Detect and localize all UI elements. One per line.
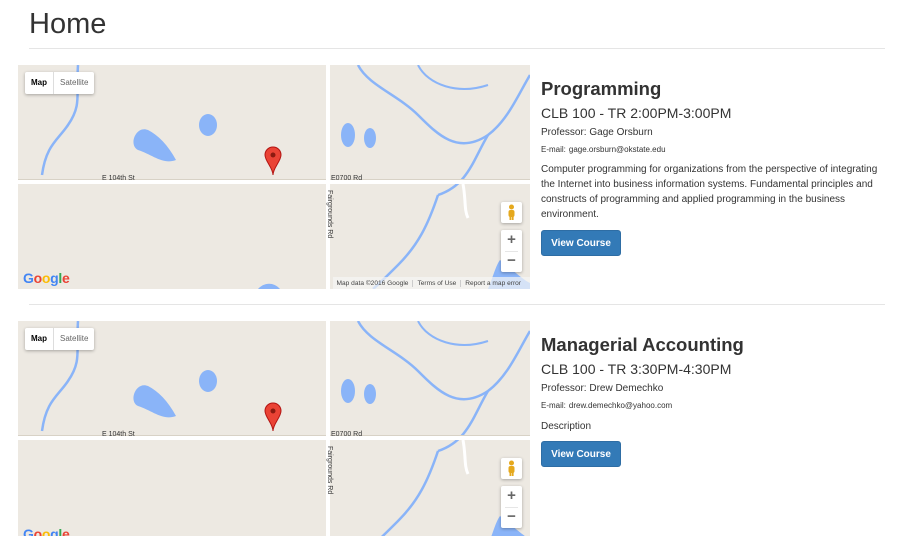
report-map-error-link[interactable]: Report a map error xyxy=(460,279,525,287)
course-email: E-mail: drew.demechko@yahoo.com xyxy=(541,401,672,410)
street-view-pegman-icon[interactable] xyxy=(501,458,522,479)
course-card: Map Satellite E 104th St E0700 Rd Fairgr… xyxy=(0,65,911,289)
course-location: CLB 100 - TR 2:00PM-3:00PM xyxy=(541,105,732,121)
email-value: drew.demechko@yahoo.com xyxy=(568,401,673,410)
view-course-button[interactable]: View Course xyxy=(541,230,621,256)
map-attribution: Map data ©2016 Google Terms of Use Repor… xyxy=(332,277,530,289)
email-label: E-mail: xyxy=(541,401,566,410)
course-professor: Professor: Gage Orsburn xyxy=(541,127,653,138)
course-professor: Professor: Drew Demechko xyxy=(541,383,664,394)
course-name: Managerial Accounting xyxy=(541,334,744,355)
zoom-control: + − xyxy=(501,230,522,272)
course-location: CLB 100 - TR 3:30PM-4:30PM xyxy=(541,361,732,377)
road-label: Fairgrounds Rd xyxy=(326,446,333,495)
course-card: Map Satellite E 104th St E0700 Rd Fairgr… xyxy=(0,321,911,536)
zoom-control: + − xyxy=(501,486,522,528)
google-logo: Google xyxy=(23,526,70,536)
map-marker-icon[interactable] xyxy=(264,146,282,176)
road-label: E0700 Rd xyxy=(331,431,363,438)
course-name: Programming xyxy=(541,78,662,99)
email-label: E-mail: xyxy=(541,145,566,154)
map-data-text: Map data ©2016 Google xyxy=(336,279,409,287)
map-type-map-button[interactable]: Map xyxy=(25,328,54,350)
road-label: E 104th St xyxy=(102,175,135,182)
zoom-out-button[interactable]: − xyxy=(501,507,522,528)
course-map[interactable]: Map Satellite E 104th St E0700 Rd Fairgr… xyxy=(18,321,530,536)
email-value: gage.orsburn@okstate.edu xyxy=(568,145,666,154)
road-label: Fairgrounds Rd xyxy=(326,190,333,239)
street-view-pegman-icon[interactable] xyxy=(501,202,522,223)
zoom-in-button[interactable]: + xyxy=(501,486,522,507)
view-course-button[interactable]: View Course xyxy=(541,441,621,467)
course-description: Description xyxy=(541,421,592,432)
google-logo: Google xyxy=(23,270,70,286)
map-type-map-button[interactable]: Map xyxy=(25,72,54,94)
course-map[interactable]: Map Satellite E 104th St E0700 Rd Fairgr… xyxy=(18,65,530,289)
map-type-satellite-button[interactable]: Satellite xyxy=(54,72,94,94)
course-description: Computer programming for organizations f… xyxy=(541,164,878,220)
map-type-control: Map Satellite xyxy=(25,72,95,94)
map-tiles xyxy=(18,65,530,289)
map-type-control: Map Satellite xyxy=(25,328,95,350)
zoom-out-button[interactable]: − xyxy=(501,251,522,272)
terms-of-use-link[interactable]: Terms of Use xyxy=(412,279,460,287)
divider xyxy=(29,304,885,305)
road-label: E0700 Rd xyxy=(331,175,363,182)
course-email: E-mail: gage.orsburn@okstate.edu xyxy=(541,145,666,154)
map-type-satellite-button[interactable]: Satellite xyxy=(54,328,94,350)
map-marker-icon[interactable] xyxy=(264,402,282,432)
divider xyxy=(29,48,885,49)
road-label: E 104th St xyxy=(102,431,135,438)
page-title: Home xyxy=(29,8,107,40)
zoom-in-button[interactable]: + xyxy=(501,230,522,251)
